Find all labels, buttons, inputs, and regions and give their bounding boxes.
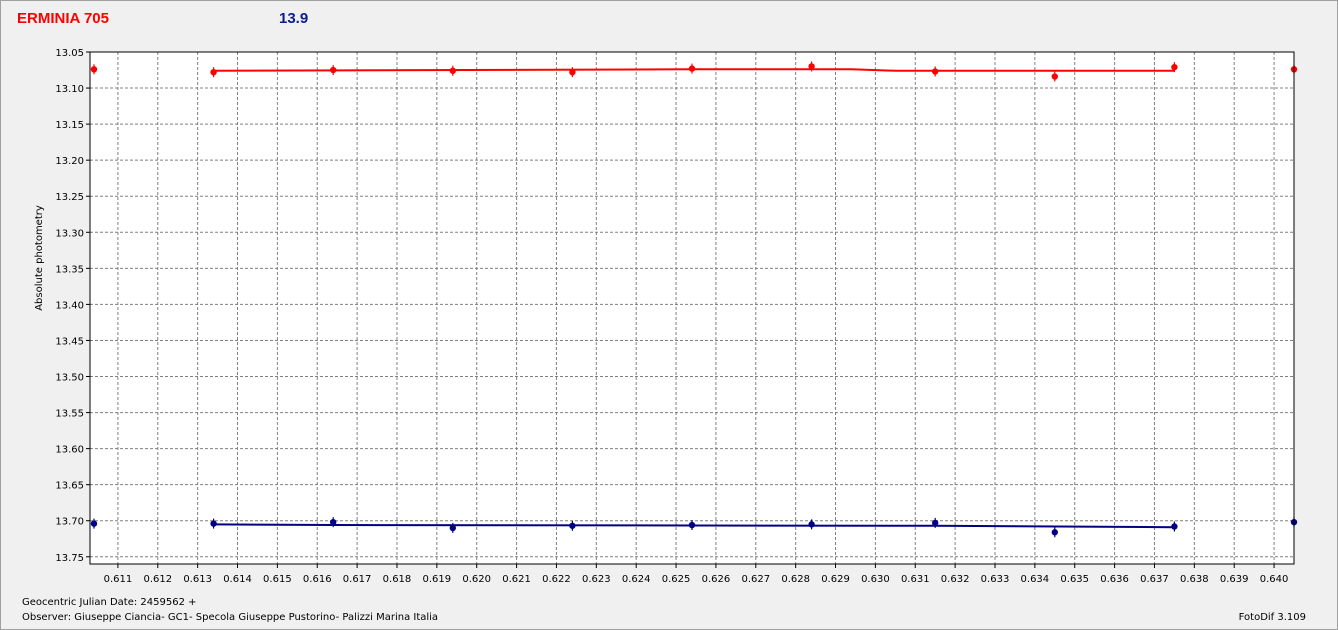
x-tick-label: 0.632 xyxy=(941,574,970,585)
y-tick-label: 13.70 xyxy=(55,517,84,528)
x-tick-label: 0.628 xyxy=(781,574,810,585)
x-tick-label: 0.633 xyxy=(981,574,1010,585)
x-tick-label: 0.614 xyxy=(223,574,252,585)
software-version: FotoDif 3.109 xyxy=(1238,612,1306,623)
x-tick-label: 0.621 xyxy=(502,574,531,585)
x-tick-label: 0.630 xyxy=(861,574,890,585)
y-tick-label: 13.25 xyxy=(55,192,84,203)
y-tick-label: 13.65 xyxy=(55,481,84,492)
y-tick-label: 13.40 xyxy=(55,300,84,311)
observer-label: Observer: Giuseppe Ciancia- GC1- Specola… xyxy=(22,612,439,623)
y-tick-label: 13.50 xyxy=(55,373,84,384)
x-tick-label: 0.635 xyxy=(1060,574,1089,585)
y-tick-label: 13.30 xyxy=(55,228,84,239)
x-tick-label: 0.626 xyxy=(702,574,731,585)
y-tick-label: 13.55 xyxy=(55,409,84,420)
x-tick-label: 0.613 xyxy=(183,574,212,585)
x-tick-label: 0.611 xyxy=(104,574,133,585)
x-tick-label: 0.627 xyxy=(741,574,770,585)
x-axis: 0.611 0.612 0.613 0.614 0.615 0.616 0.617 0.618… xyxy=(104,564,1289,585)
x-tick-label: 0.625 xyxy=(662,574,691,585)
x-tick-label: 0.620 xyxy=(462,574,491,585)
x-tick-label: 0.618 xyxy=(383,574,412,585)
light-curve-chart: 0.611 0.612 0.613 0.614 0.615 0.616 0.617 0.618… xyxy=(34,48,1298,585)
x-tick-label: 0.615 xyxy=(263,574,292,585)
x-tick-label: 0.619 xyxy=(423,574,452,585)
x-tick-label: 0.623 xyxy=(582,574,611,585)
x-tick-label: 0.639 xyxy=(1220,574,1249,585)
x-tick-label: 0.624 xyxy=(622,574,651,585)
y-tick-label: 13.05 xyxy=(55,48,84,59)
y-axis-label: Absolute photometry xyxy=(34,205,45,311)
x-tick-label: 0.622 xyxy=(542,574,571,585)
y-tick-label: 13.45 xyxy=(55,336,84,347)
y-axis: 13.05 13.10 13.15 13.20 13.25 13.30 13.35 13.40… xyxy=(55,48,90,564)
x-tick-label: 0.640 xyxy=(1260,574,1289,585)
x-tick-label: 0.616 xyxy=(303,574,332,585)
y-tick-label: 13.10 xyxy=(55,84,84,95)
y-tick-label: 13.20 xyxy=(55,156,84,167)
y-tick-label: 13.35 xyxy=(55,264,84,275)
x-tick-label: 0.612 xyxy=(143,574,172,585)
x-tick-label: 0.638 xyxy=(1180,574,1209,585)
julian-date-label: Geocentric Julian Date: 2459562 + xyxy=(22,597,197,608)
x-tick-label: 0.631 xyxy=(901,574,930,585)
x-tick-label: 0.636 xyxy=(1100,574,1129,585)
y-tick-label: 13.60 xyxy=(55,445,84,456)
y-tick-label: 13.75 xyxy=(55,553,84,564)
x-tick-label: 0.637 xyxy=(1140,574,1169,585)
x-tick-label: 0.629 xyxy=(821,574,850,585)
y-tick-label: 13.15 xyxy=(55,120,84,131)
x-tick-label: 0.617 xyxy=(343,574,372,585)
plot-area xyxy=(90,52,1294,564)
x-tick-label: 0.634 xyxy=(1021,574,1050,585)
